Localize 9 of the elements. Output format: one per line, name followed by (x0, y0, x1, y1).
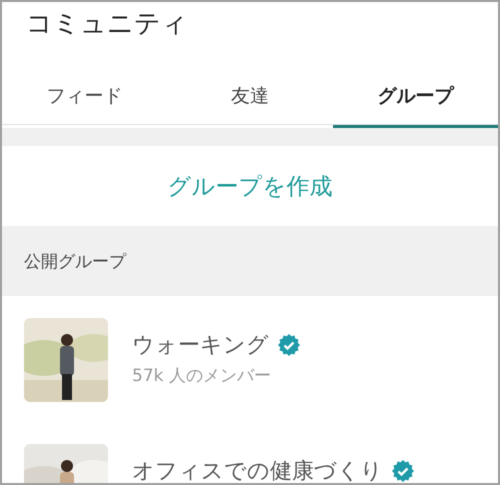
section-header: 公開グループ (2, 226, 498, 296)
group-item[interactable]: ウォーキング 57k 人のメンバー (2, 296, 498, 422)
page-title: コミュニティ (25, 8, 189, 41)
group-item[interactable]: オフィスでの健康づくり (2, 422, 498, 483)
tab[interactable]: フィード (2, 58, 168, 128)
member-count: 57k 人のメンバー (132, 365, 272, 387)
group-name: ウォーキング (132, 332, 269, 360)
tab[interactable]: 友達 (167, 58, 333, 128)
group-name: オフィスでの健康づくり (132, 458, 383, 483)
